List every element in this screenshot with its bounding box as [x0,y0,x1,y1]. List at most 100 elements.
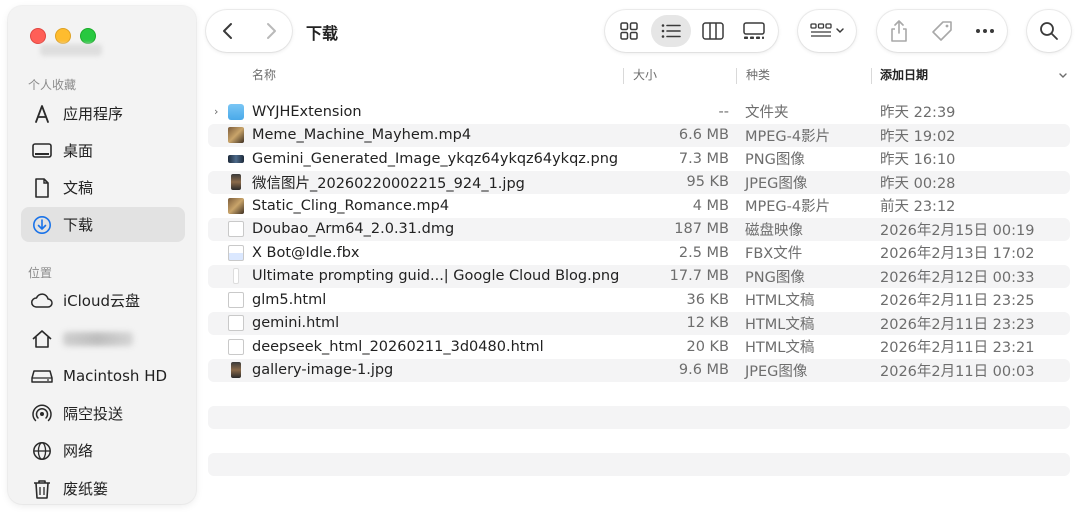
group-by-button[interactable] [798,10,856,52]
sidebar-item-downloads[interactable]: 下载 [21,207,185,242]
image-thumbnail-icon [231,174,241,191]
file-row[interactable]: Static_Cling_Romance.mp4 4 MB MPEG-4影片 前天 2… [208,194,1070,218]
file-row[interactable]: gemini.html 12 KB HTML文稿 2026年2月11日 23:23 [208,311,1070,335]
file-row[interactable]: Gemini_Generated_Image_ykqz64ykqz64ykqz.… [208,147,1070,171]
sidebar-item-macintosh-hd[interactable]: Macintosh HD [21,358,185,393]
icon-view-button[interactable] [610,15,648,47]
tag-button[interactable] [924,15,960,47]
file-date-added: 2026年2月15日 00:19 [880,222,1035,239]
icon-view-icon [620,22,639,40]
trash-icon [29,476,55,502]
file-size: -- [718,103,729,120]
file-date-added: 昨天 22:39 [880,105,956,122]
column-divider[interactable] [871,68,872,84]
file-row[interactable]: deepseek_html_20260211_3d0480.html 20 KB H… [208,335,1070,359]
window-title: 下载 [306,24,339,43]
sidebar-item-label: 桌面 [63,142,94,160]
ellipsis-icon [976,29,995,33]
minimize-window-button[interactable] [55,28,71,44]
sidebar-item-label: 文稿 [63,179,94,197]
column-divider[interactable] [623,68,624,84]
sidebar-item-trash[interactable]: 废纸篓 [21,471,185,506]
file-size: 12 KB [686,315,729,332]
close-window-button[interactable] [30,28,46,44]
globe-icon [29,438,55,464]
image-thumbnail-icon [233,268,239,285]
search-button[interactable] [1027,10,1071,52]
file-kind: 磁盘映像 [745,222,803,239]
file-row[interactable]: glm5.html 36 KB HTML文稿 2026年2月11日 23:25 [208,288,1070,312]
desktop-icon [29,138,55,164]
file-kind: PNG图像 [745,269,805,286]
column-header-kind[interactable]: 种类 [746,66,770,86]
file-date-added: 2026年2月11日 00:03 [880,363,1035,380]
column-header-size[interactable]: 大小 [633,66,657,86]
view-mode-group [605,10,778,52]
locations-section-title: 位置 [28,266,53,280]
gallery-view-button[interactable] [735,15,773,47]
file-size: 2.5 MB [678,244,729,261]
sidebar-item-icloud[interactable]: iCloud云盘 [21,283,185,318]
sidebar-item-network[interactable]: 网络 [21,433,185,468]
file-size: 4 MB [692,197,729,214]
file-name: Doubao_Arm64_2.0.31.dmg [252,221,455,238]
file-icon [228,244,244,261]
chevron-right-icon [266,23,276,39]
column-header-name[interactable]: 名称 [252,66,276,86]
sidebar-item-label: Macintosh HD [63,366,168,385]
column-header-date-added[interactable]: 添加日期 [880,66,928,86]
sort-descending-icon[interactable] [1058,72,1068,80]
zoom-window-button[interactable] [80,28,96,44]
file-row[interactable]: Ultimate prompting guid...| Google Cloud… [208,264,1070,288]
file-size: 6.6 MB [678,127,729,144]
file-kind: HTML文稿 [745,293,815,310]
file-row[interactable]: gallery-image-1.jpg 9.6 MB JPEG图像 2026年2月11… [208,358,1070,382]
file-size: 9.6 MB [678,362,729,379]
share-button[interactable] [881,15,917,47]
file-date-added: 前天 23:12 [880,199,956,216]
sidebar-item-airdrop[interactable]: 隔空投送 [21,396,185,431]
file-date-added: 2026年2月12日 00:33 [880,269,1035,286]
sidebar-item-home[interactable] [21,321,185,356]
file-row[interactable]: 微信图片_20260220002215_924_1.jpg 95 KB JPEG图像… [208,170,1070,194]
file-date-added: 2026年2月13日 17:02 [880,246,1035,263]
video-thumbnail-icon [228,197,244,214]
obscured-sidebar-item [40,44,102,56]
list-view-button[interactable] [651,15,692,47]
tag-icon [932,21,952,41]
search-icon [1040,22,1058,40]
disk-icon [29,363,55,389]
file-icon [228,315,244,332]
navigation-buttons [206,10,292,52]
finder-window: 个人收藏 应用程序 桌面 文稿 下载 位置 iCloud云盘 Macintosh… [0,0,1080,512]
sidebar-item-label: iCloud云盘 [63,292,141,310]
file-kind: HTML文稿 [745,316,815,333]
sidebar-item-applications[interactable]: 应用程序 [21,96,185,131]
file-name: WYJHExtension [252,103,362,120]
empty-row [208,452,1070,476]
column-view-button[interactable] [694,15,732,47]
file-size: 36 KB [686,291,729,308]
file-size: 187 MB [674,221,729,238]
file-row[interactable]: Meme_Machine_Mayhem.mp4 6.6 MB MPEG-4影片 昨天 … [208,123,1070,147]
forward-button[interactable] [255,15,287,47]
file-name: glm5.html [252,291,327,308]
more-button[interactable] [967,15,1003,47]
sidebar-item-label: 隔空投送 [63,405,124,423]
file-row[interactable]: Doubao_Arm64_2.0.31.dmg 187 MB 磁盘映像 2026年2月… [208,217,1070,241]
document-icon [29,175,55,201]
back-button[interactable] [212,15,244,47]
file-row[interactable]: › WYJHExtension -- 文件夹 昨天 22:39 [208,100,1070,124]
file-kind: FBX文件 [745,246,803,263]
empty-row [208,405,1070,429]
disclosure-triangle-icon[interactable]: › [214,105,224,118]
favorites-section-title: 个人收藏 [28,78,77,92]
file-name: gemini.html [252,315,340,332]
sidebar-item-desktop[interactable]: 桌面 [21,133,185,168]
file-row[interactable]: X Bot@Idle.fbx 2.5 MB FBX文件 2026年2月13日 17:0… [208,241,1070,265]
column-divider[interactable] [736,68,737,84]
file-name: Static_Cling_Romance.mp4 [252,197,450,214]
sidebar-item-documents[interactable]: 文稿 [21,170,185,205]
image-thumbnail-icon [231,362,241,379]
airdrop-icon [29,401,55,427]
